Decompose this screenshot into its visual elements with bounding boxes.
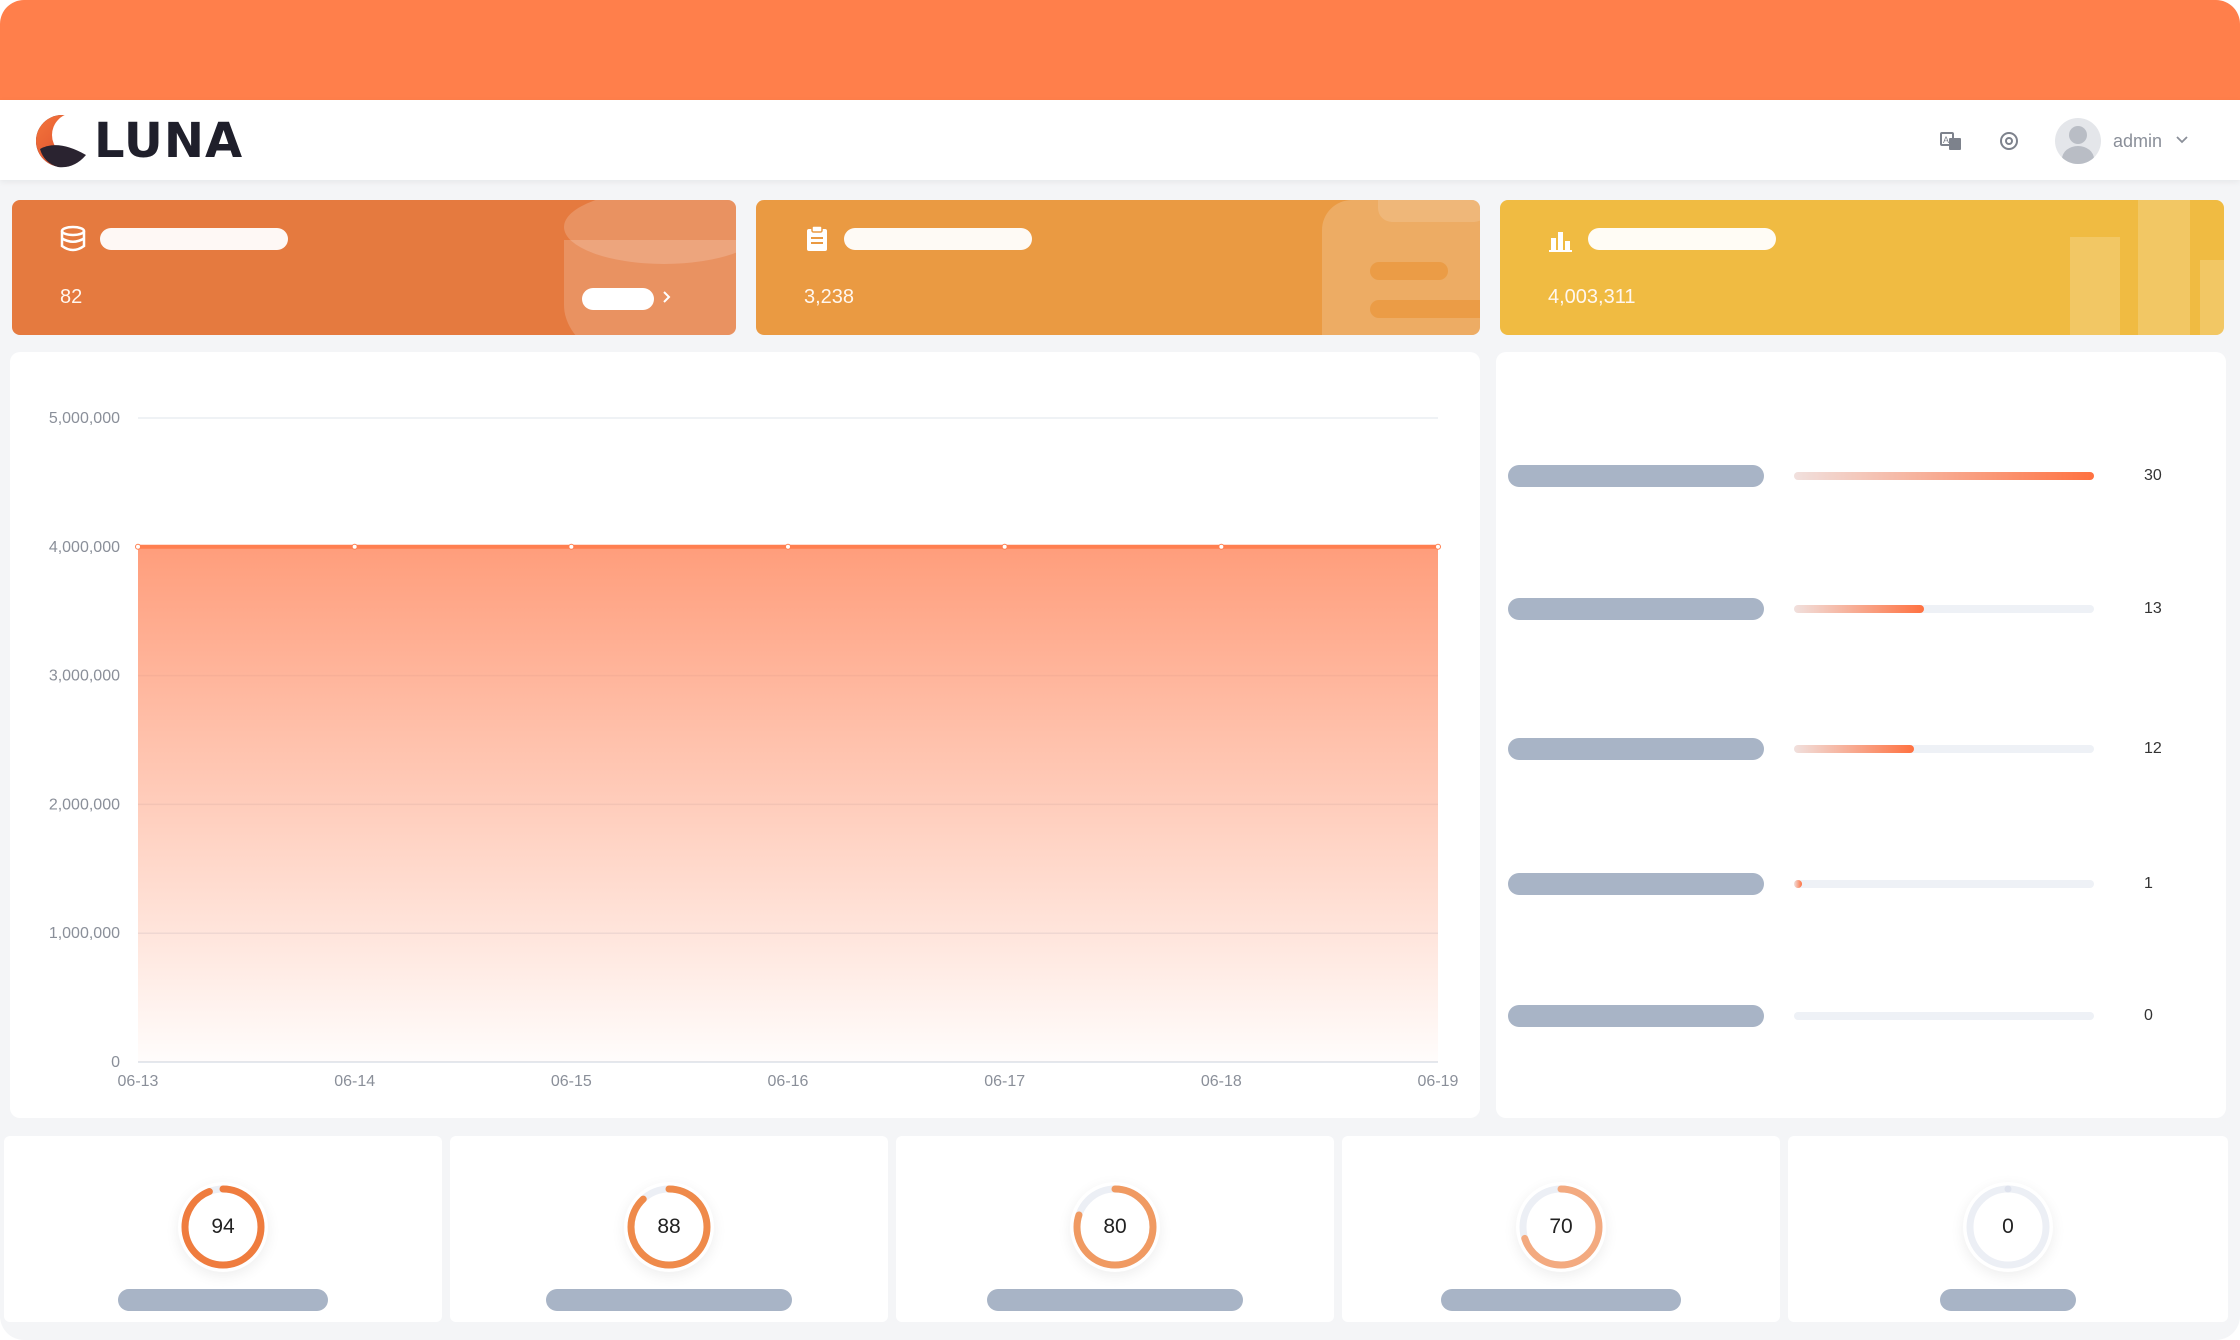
app-header: LUNA A admin xyxy=(0,100,2240,180)
series-area xyxy=(138,546,1438,1062)
ranking-track xyxy=(1794,472,2094,480)
ranking-track xyxy=(1794,745,2094,753)
ranking-label-placeholder xyxy=(1508,738,1764,760)
card-decoration xyxy=(1370,300,1480,318)
stat-title-placeholder xyxy=(844,228,1032,250)
stat-value: 4,003,311 xyxy=(1548,286,1636,308)
ranking-fill xyxy=(1794,472,2094,480)
ranking-fill xyxy=(1794,745,1914,753)
card-decoration xyxy=(2138,200,2190,335)
x-tick-label: 06-17 xyxy=(984,1073,1025,1090)
card-decoration xyxy=(2200,260,2224,335)
stat-card-3[interactable]: 4,003,311 xyxy=(1500,200,2224,335)
x-tick-label: 06-19 xyxy=(1418,1073,1459,1090)
progress-ring: 70 xyxy=(1516,1182,1606,1272)
y-tick-label: 3,000,000 xyxy=(49,668,120,685)
y-tick-label: 0 xyxy=(111,1054,120,1071)
x-tick-label: 06-15 xyxy=(551,1073,592,1090)
ranking-label-placeholder xyxy=(1508,1005,1764,1027)
ranking-label-placeholder xyxy=(1508,873,1764,895)
data-point xyxy=(135,543,141,550)
data-point xyxy=(351,543,358,550)
moon-logo-icon xyxy=(34,113,96,169)
bar-chart-icon xyxy=(1546,224,1576,254)
data-point xyxy=(1001,543,1008,550)
stat-card-2[interactable]: 3,238 xyxy=(756,200,1480,335)
progress-ring: 0 xyxy=(1963,1182,2053,1272)
ranking-fill xyxy=(1794,880,1802,888)
gauge-value: 88 xyxy=(657,1215,681,1238)
ranking-value: 1 xyxy=(2144,875,2153,892)
gauge-card[interactable]: 70 xyxy=(1342,1136,1780,1322)
header-actions: A admin xyxy=(1939,118,2190,164)
data-point xyxy=(1435,543,1441,550)
gauge-card[interactable]: 0 xyxy=(1788,1136,2228,1322)
gauge-value: 94 xyxy=(211,1215,235,1238)
user-name: admin xyxy=(2112,130,2162,151)
chevron-down-icon xyxy=(2174,131,2190,152)
x-tick-label: 06-14 xyxy=(334,1073,375,1090)
data-point xyxy=(568,543,575,550)
card-decoration xyxy=(1378,200,1480,222)
ranking-label-placeholder xyxy=(1508,465,1764,487)
ranking-fill xyxy=(1794,605,1924,613)
user-menu[interactable]: admin xyxy=(2054,118,2190,164)
top-accent-bar xyxy=(0,0,2240,100)
gauge-label-placeholder xyxy=(1441,1289,1681,1311)
stat-title-placeholder xyxy=(100,228,288,250)
avatar xyxy=(2054,118,2101,164)
ranking-value: 13 xyxy=(2144,600,2162,617)
stat-value: 82 xyxy=(60,286,83,308)
x-tick-label: 06-13 xyxy=(118,1073,159,1090)
ranking-value: 12 xyxy=(2144,740,2162,757)
area-chart: 0 1,000,000 2,000,000 3,000,000 4,000,000 5,0… xyxy=(49,410,1459,1090)
gauge-label-placeholder xyxy=(987,1289,1243,1311)
settings-icon[interactable] xyxy=(1997,129,2021,153)
stat-value: 3,238 xyxy=(804,286,855,308)
clipboard-icon xyxy=(802,224,832,254)
ranking-track xyxy=(1794,1012,2094,1020)
gauge-label-placeholder xyxy=(546,1289,792,1311)
y-tick-label: 2,000,000 xyxy=(49,796,120,813)
ranking-value: 0 xyxy=(2144,1007,2153,1024)
ranking-value: 30 xyxy=(2144,467,2162,484)
y-tick-label: 4,000,000 xyxy=(49,539,120,556)
ranking-label-placeholder xyxy=(1508,598,1764,620)
gauge-card[interactable]: 94 xyxy=(4,1136,442,1322)
progress-ring: 94 xyxy=(178,1182,268,1272)
gauge-value: 0 xyxy=(2002,1215,2014,1238)
progress-ring: 80 xyxy=(1070,1182,1160,1272)
stat-title-placeholder xyxy=(1588,228,1776,250)
data-point xyxy=(785,543,791,550)
logo[interactable]: LUNA xyxy=(34,112,243,170)
card-decoration xyxy=(1370,262,1448,280)
gauge-label-placeholder xyxy=(1940,1289,2076,1311)
data-point xyxy=(1218,543,1225,550)
gauge-card[interactable]: 88 xyxy=(450,1136,888,1322)
gauge-label-placeholder xyxy=(118,1289,328,1311)
database-icon xyxy=(58,224,88,254)
y-tick-label: 1,000,000 xyxy=(49,925,120,942)
translate-icon[interactable]: A xyxy=(1939,129,1963,153)
gauge-card[interactable]: 80 xyxy=(896,1136,1334,1322)
more-button[interactable] xyxy=(582,288,654,310)
progress-ring: 88 xyxy=(624,1182,714,1272)
stat-card-1[interactable]: 82 xyxy=(12,200,736,335)
chart-panel: 0 1,000,000 2,000,000 3,000,000 4,000,000 5,0… xyxy=(10,352,1480,1118)
ranking-panel: 30 13 12 1 0 xyxy=(1496,352,2226,1118)
gauge-value: 70 xyxy=(1549,1215,1573,1238)
y-tick-label: 5,000,000 xyxy=(49,410,120,427)
svg-text:A: A xyxy=(1943,135,1949,145)
card-decoration xyxy=(2070,237,2120,335)
x-tick-label: 06-16 xyxy=(768,1073,809,1090)
chevron-right-icon[interactable] xyxy=(660,286,674,313)
app-frame: LUNA A admin 82 3,238 4,003,311 0 1,000,… xyxy=(0,0,2240,1340)
ranking-track xyxy=(1794,880,2094,888)
x-tick-label: 06-18 xyxy=(1201,1073,1242,1090)
gauge-value: 80 xyxy=(1103,1215,1127,1238)
ranking-track xyxy=(1794,605,2094,613)
app-name: LUNA xyxy=(94,113,244,169)
